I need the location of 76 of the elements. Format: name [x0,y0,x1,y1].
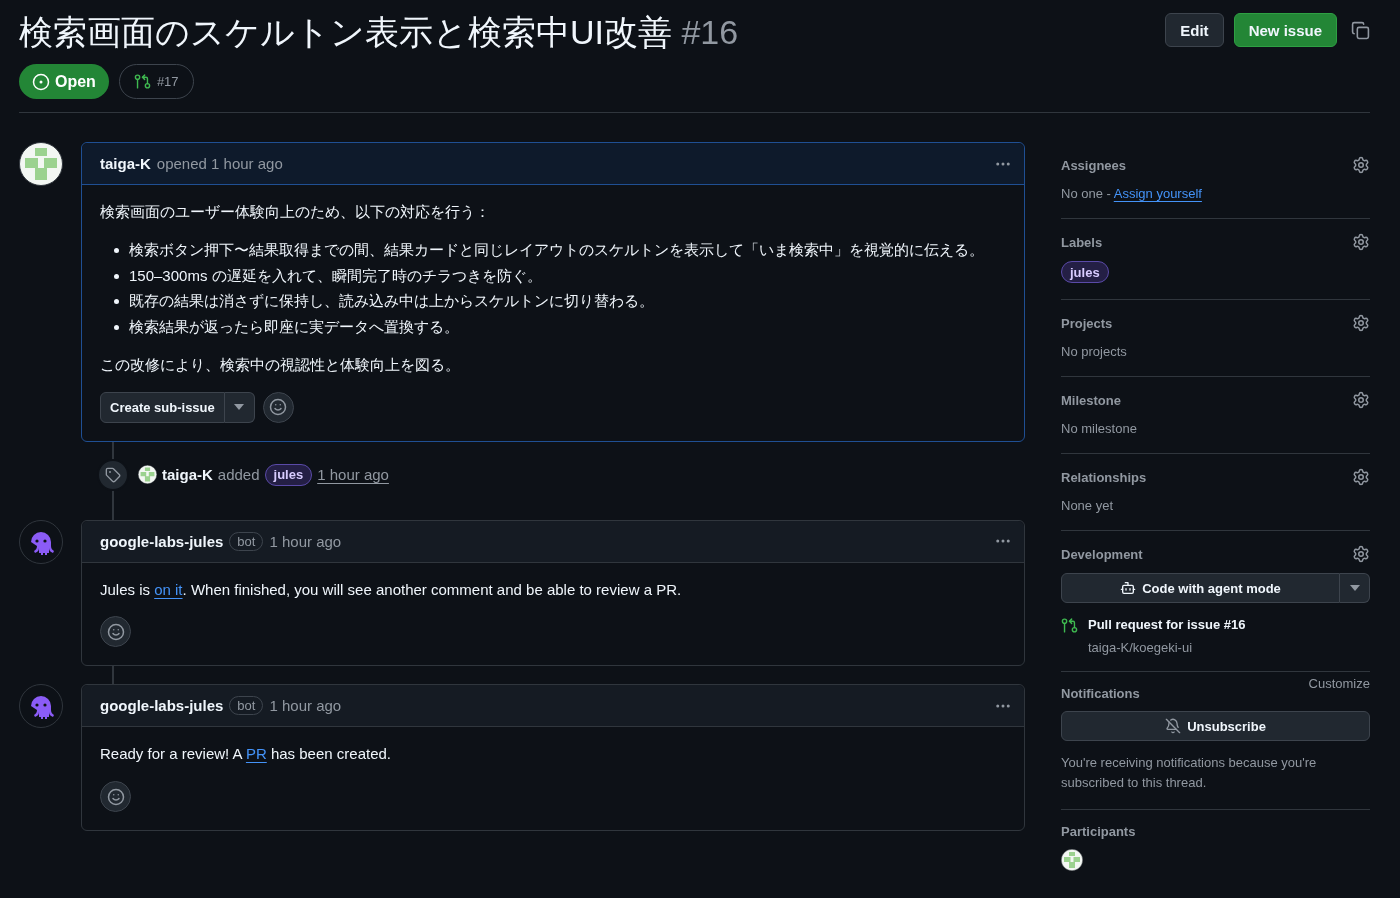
comment-meta: 1 hour ago [269,697,342,715]
bullet-icon [114,247,119,253]
dropdown-button[interactable] [1340,573,1370,604]
comment-text: Ready for a review! A PR has been created. [100,744,392,765]
copy-icon[interactable] [1351,20,1370,40]
customize-link[interactable]: Customize [1308,676,1370,692]
user-avatar [138,465,157,485]
smiley-icon [269,398,288,417]
section-title: Participants [1061,824,1136,840]
section-title: Development [1061,546,1143,562]
octopus-avatar [19,684,63,729]
pull-request-icon [133,73,151,91]
list-item-text: 150–300ms の遅延を入れて、瞬間完了時のチラつきを防ぐ。 [129,265,542,286]
inline-link[interactable]: on it [154,580,183,598]
section-title: Notifications [1061,686,1140,702]
settings-icon[interactable] [1352,314,1370,333]
settings-icon[interactable] [1352,391,1370,410]
bell-off-icon [1165,718,1182,735]
bullet-icon [114,273,119,279]
settings-icon[interactable] [1352,156,1370,175]
new-issue-button[interactable]: New issue [1233,13,1337,47]
list-item-text: 既存の結果は消さずに保持し、読み込み中は上からスケルトンに切り替わる。 [129,291,654,312]
settings-icon[interactable] [1352,545,1370,564]
comment-text: 検索画面のユーザー体験向上のため、以下の対応を行う： [100,202,491,223]
inline-link[interactable]: Assign yourself [1113,186,1202,202]
time-link[interactable]: 1 hour ago [317,466,389,484]
section-value: None yet [1061,498,1114,514]
section-title: Projects [1061,315,1113,331]
section-title: Labels [1061,234,1103,250]
section-title: Milestone [1061,392,1121,408]
inline-link[interactable]: PR [245,745,267,763]
issue-title: 検索画面のスケルトン表示と検索中UI改善 #16 [19,12,739,53]
comment-meta: 1 hour ago [269,532,342,550]
robot-icon [1120,580,1137,597]
repository-name: taiga-K/koegeki-ui [1088,640,1194,656]
circle-dot-icon [32,72,50,91]
bullet-icon [114,325,119,331]
settings-icon[interactable] [1352,468,1370,487]
comment-text: この改修により、検索中の視認性と体験向上を図る。 [100,354,461,375]
caret-icon [1349,585,1360,592]
agent-mode-button[interactable]: Code with agent mode [1061,573,1340,604]
label-tag[interactable]: jules [264,463,313,486]
user-avatar [19,142,63,187]
label-tag[interactable]: jules [1061,261,1109,284]
author-link[interactable]: taiga-K [162,466,213,484]
list-item-text: 検索ボタン押下〜結果取得までの間、結果カードと同じレイアウトのスケルトンを表示して「いま検索中」を視覚的に伝える。 [129,239,984,260]
create-sub-issue-button[interactable]: Create sub-issue [100,391,225,423]
bullet-icon [114,299,119,305]
user-avatar [1061,849,1083,872]
author-link[interactable]: google-labs-jules [100,697,224,715]
octopus-avatar [19,519,63,564]
smiley-icon [106,622,125,641]
author-link[interactable]: google-labs-jules [100,532,224,550]
list-item-text: 検索結果が返ったら即座に実データへ置換する。 [129,317,459,338]
event-action: added [217,466,260,484]
add-reaction-button[interactable] [262,391,294,423]
pull-request-icon [1061,617,1078,635]
comment-text: Jules is on it. When finished, you will see another comment and be able to review a PR. [100,579,683,600]
add-reaction-button[interactable] [100,781,131,813]
caret-icon [234,404,245,411]
settings-icon[interactable] [1352,233,1370,252]
pull-request-link[interactable]: Pull request for issue #16 [1088,617,1246,633]
dropdown-button[interactable] [224,391,255,423]
section-value: No projects [1061,344,1127,360]
notification-note: You're receiving notifications because you're subscribed to this thread. [1061,754,1318,793]
edit-button[interactable]: Edit [1165,13,1224,47]
author-link[interactable]: taiga-K [100,155,151,173]
add-reaction-button[interactable] [100,616,131,648]
section-value: No milestone [1061,421,1137,437]
comment-meta: opened 1 hour ago [156,155,283,173]
unsubscribe-button[interactable]: Unsubscribe [1061,711,1370,742]
section-value: No one - Assign yourself [1061,186,1202,202]
status-badge: Open [19,64,109,100]
section-title: Relationships [1061,469,1147,485]
section-title: Assignees [1061,157,1127,173]
smiley-icon [106,787,125,806]
